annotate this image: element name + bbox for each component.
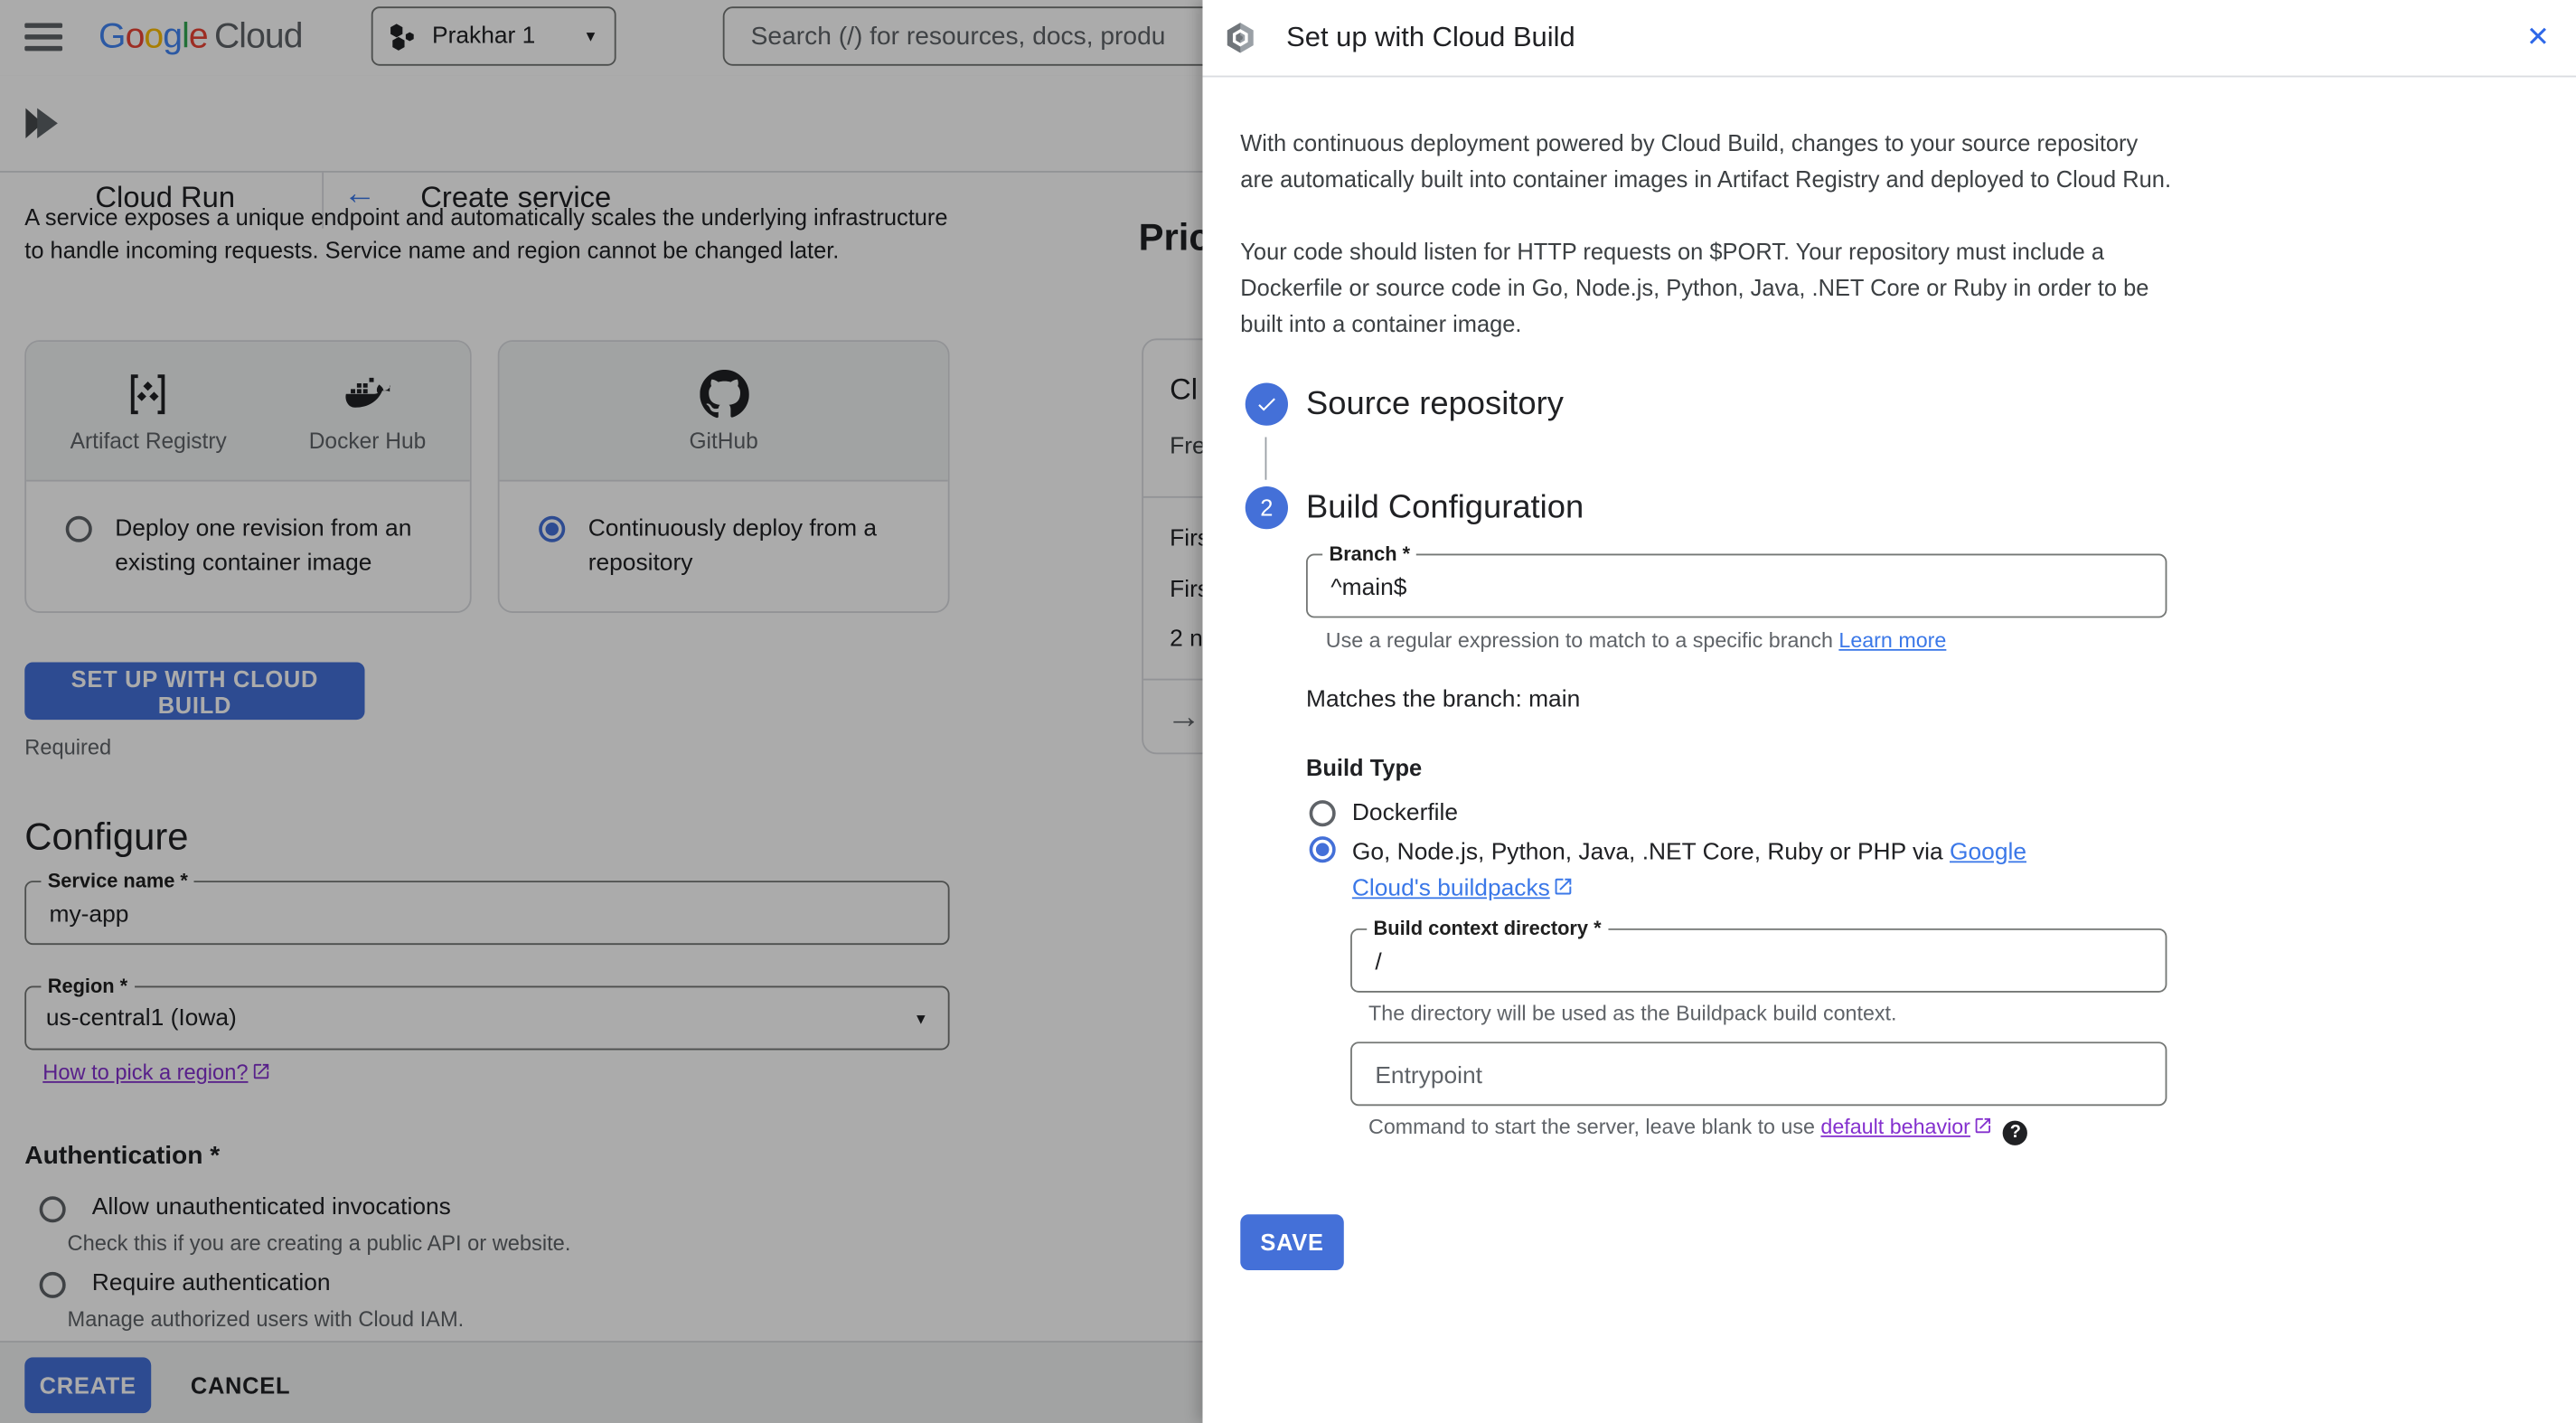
external-link-icon: [1976, 1117, 1991, 1134]
build-type-label: Build Type: [1305, 754, 1423, 781]
check-icon: [1258, 398, 1275, 411]
default-behavior-link[interactable]: default behavior: [1820, 1114, 1970, 1138]
panel-intro-1: With continuous deployment powered by Cl…: [1240, 129, 2172, 193]
external-link-icon: [1556, 878, 1573, 895]
buildpacks-label: Go, Node.js, Python, Java, .NET Core, Ru…: [1352, 834, 2108, 907]
entrypoint-field[interactable]: [1350, 1041, 2167, 1108]
cloud-build-icon: [1227, 23, 1254, 53]
step-1-complete-icon: [1245, 382, 1288, 426]
step-connector: [1264, 437, 1267, 480]
branch-input[interactable]: [1327, 555, 2110, 620]
entrypoint-input[interactable]: [1371, 1043, 2110, 1108]
buildpacks-label-prefix: Go, Node.js, Python, Java, .NET Core, Ru…: [1351, 839, 1951, 866]
panel-intro-2: Your code should listen for HTTP request…: [1240, 238, 2149, 337]
close-icon[interactable]: ✕: [2523, 18, 2552, 58]
branch-helper-text: Use a regular expression to match to a s…: [1325, 627, 1839, 653]
dockerfile-label: Dockerfile: [1351, 800, 1459, 827]
cloud-build-panel: Set up with Cloud Build ✕ With continuou…: [1202, 0, 2576, 1423]
panel-title: Set up with Cloud Build: [1286, 21, 1575, 53]
learn-more-link[interactable]: Learn more: [1838, 627, 1946, 652]
entrypoint-helper-text: Command to start the server, leave blank…: [1368, 1114, 1821, 1139]
entrypoint-helper: Command to start the server, leave blank…: [1368, 1114, 2028, 1145]
branch-field[interactable]: Branch *: [1305, 542, 2167, 620]
branch-match-note: Matches the branch: main: [1305, 686, 1581, 713]
build-type-buildpacks[interactable]: Go, Node.js, Python, Java, .NET Core, Ru…: [1309, 834, 2108, 907]
branch-helper: Use a regular expression to match to a s…: [1326, 627, 1947, 652]
build-context-field[interactable]: Build context directory *: [1350, 917, 2167, 994]
build-context-helper: The directory will be used as the Buildp…: [1368, 1000, 1897, 1026]
build-context-input[interactable]: [1371, 929, 2110, 994]
step-2-title: Build Configuration: [1305, 489, 1584, 526]
help-icon[interactable]: ?: [2003, 1119, 2028, 1145]
radio-dockerfile[interactable]: [1309, 800, 1336, 827]
build-type-dockerfile[interactable]: Dockerfile: [1309, 800, 1459, 827]
step-1-title: Source repository: [1305, 386, 1564, 423]
save-button[interactable]: SAVE: [1240, 1214, 1344, 1271]
radio-buildpacks[interactable]: [1309, 836, 1336, 863]
panel-header: Set up with Cloud Build ✕: [1202, 0, 2576, 78]
screen: GoogleCloud Prakhar 1 ▼ Cloud Run ← Crea…: [0, 0, 2576, 1423]
step-2-number-icon: 2: [1245, 486, 1288, 530]
